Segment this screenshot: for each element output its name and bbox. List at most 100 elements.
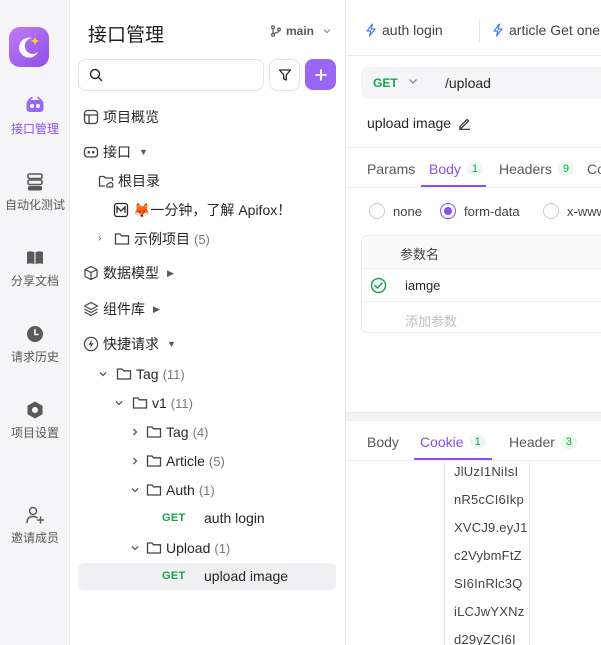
cookie-value-line: JlUzI1NiIsI — [454, 464, 519, 479]
caret-down-icon[interactable]: ▼ — [139, 147, 148, 157]
caret-right-icon[interactable]: ▶ — [167, 268, 174, 279]
apifox-logo-icon[interactable] — [9, 27, 49, 67]
tab-params[interactable]: Params — [367, 161, 415, 177]
edit-icon[interactable] — [458, 117, 471, 130]
tree-item-label: v1 — [152, 395, 167, 411]
chevron-down-icon[interactable] — [98, 369, 108, 379]
radio-x-www-form-urlencoded[interactable]: x-www — [543, 203, 601, 219]
search-box[interactable] — [78, 59, 264, 91]
radio-form-data[interactable]: form-data — [440, 203, 520, 219]
tree-item-label: 根目录 — [118, 173, 160, 189]
rail-item-project-settings[interactable]: 项目设置 — [0, 400, 70, 441]
tree-endpoint-auth-login[interactable]: GET auth login — [162, 505, 265, 531]
rail-item-request-history[interactable]: 请求历史 — [0, 324, 70, 365]
tree-item-count: (11) — [170, 395, 193, 411]
rail-item-share-docs[interactable]: 分享文档 — [0, 248, 70, 289]
tree-item-apis[interactable]: 接口 ▼ — [83, 139, 148, 165]
tab-article-get-one[interactable]: article Get one — [492, 22, 600, 38]
auto-test-icon — [27, 173, 43, 191]
tree-folder-v1[interactable]: v1 (11) — [114, 390, 193, 416]
tree-item-sample-project[interactable]: › 示例项目 (5) — [98, 226, 210, 252]
tree-item-data-models[interactable]: 数据模型 ▶ — [83, 260, 174, 286]
table-row[interactable]: iamge — [362, 269, 601, 302]
tree-item-label: upload image — [204, 568, 289, 584]
panel-resize-divider[interactable] — [346, 412, 601, 421]
tree-folder-article[interactable]: Article (5) — [130, 448, 225, 474]
markdown-icon — [113, 202, 129, 218]
count-badge: 1 — [466, 162, 484, 176]
folder-icon — [114, 233, 130, 245]
tree-endpoint-upload-image[interactable]: GET upload image — [162, 563, 288, 589]
tab-cookies[interactable]: Co — [587, 161, 601, 177]
cookie-value-line: iLCJwYXNz — [454, 604, 525, 619]
lightning-icon — [366, 23, 376, 37]
plus-icon — [314, 68, 327, 81]
chevron-down-icon[interactable] — [407, 75, 419, 87]
caret-down-icon[interactable]: ▼ — [167, 339, 176, 349]
tree-item-quick-requests[interactable]: 快捷请求 ▼ — [83, 331, 176, 357]
tree-item-label: Upload — [166, 540, 211, 556]
count-badge: 3 — [560, 435, 578, 449]
rail-item-invite-members[interactable]: 邀请成员 — [0, 505, 70, 546]
tab-auth-login[interactable]: auth login — [365, 22, 443, 38]
open-tabs-bar: auth login article Get one — [346, 0, 601, 56]
cookie-value-cell: JlUzI1NiIsI nR5cCI6Ikp XVCJ9.eyJ1 c2Vybm… — [444, 460, 530, 645]
tree-item-root-dir[interactable]: 根目录 — [98, 168, 160, 194]
chevron-right-icon[interactable] — [130, 456, 140, 466]
tree-item-count: (5) — [208, 453, 225, 469]
lightning-icon — [83, 336, 99, 352]
search-input[interactable] — [111, 65, 251, 85]
tree-item-project-overview[interactable]: 项目概览 — [83, 104, 159, 130]
url-input[interactable]: /upload — [445, 75, 491, 91]
tree-folder-upload[interactable]: Upload (1) — [130, 535, 230, 561]
tab-label: Params — [367, 161, 416, 177]
tree-folder-auth[interactable]: Auth (1) — [130, 477, 215, 503]
tree-folder-tag[interactable]: Tag (11) — [98, 361, 185, 387]
tree-item-components[interactable]: 组件库 ▶ — [83, 296, 160, 322]
rail-item-auto-test[interactable]: 自动化测试 — [0, 172, 70, 213]
chevron-right-icon[interactable] — [130, 427, 140, 437]
tab-body[interactable]: Body 1 — [429, 161, 484, 177]
branch-selector[interactable]: main — [270, 24, 332, 38]
tree-item-label: 接口 — [103, 144, 131, 160]
param-name-cell[interactable]: iamge — [405, 278, 440, 293]
api-tree-panel: 接口管理 main 项目概览 接口 ▼ 根目录 🦊一分钟，了解 Apifox！ … — [70, 0, 346, 645]
folder-icon — [146, 484, 162, 496]
add-button[interactable] — [305, 59, 336, 90]
caret-right-icon[interactable]: ▶ — [153, 304, 160, 315]
chevron-right-icon[interactable]: › — [98, 233, 101, 244]
radio-none[interactable]: none — [369, 203, 422, 219]
tree-item-label: 快捷请求 — [103, 336, 159, 352]
tree-item-label: 🦊一分钟，了解 Apifox！ — [133, 202, 292, 218]
more-tabs-icon[interactable]: ⋮ — [597, 436, 601, 450]
response-tab-header[interactable]: Header 3 — [509, 434, 578, 450]
folder-icon — [146, 426, 162, 438]
tab-label: auth login — [382, 22, 443, 38]
response-tab-body[interactable]: Body — [367, 434, 399, 450]
response-tab-cookie[interactable]: Cookie 1 — [420, 434, 486, 450]
request-url-bar: GET /upload — [361, 67, 601, 99]
method-badge: GET — [162, 512, 186, 524]
tree-item-intro-doc[interactable]: 🦊一分钟，了解 Apifox！ — [113, 197, 291, 223]
tab-headers[interactable]: Headers 9 — [499, 161, 575, 177]
clock-icon — [27, 326, 43, 342]
book-icon — [27, 251, 43, 265]
rail-label: 请求历史 — [10, 350, 59, 364]
hexagon-icon — [27, 401, 43, 419]
method-select[interactable]: GET — [373, 76, 398, 90]
rail-item-api-management[interactable]: 接口管理 — [0, 96, 70, 137]
chevron-down-icon[interactable] — [130, 543, 140, 553]
tree-folder-tag-v1[interactable]: Tag (4) — [130, 419, 208, 445]
chevron-down-icon[interactable] — [130, 485, 140, 495]
filter-button[interactable] — [269, 59, 300, 91]
check-circle-icon[interactable] — [370, 277, 387, 294]
count-badge: 9 — [557, 162, 575, 176]
cookie-value-line: c2VybmFtZ — [454, 548, 522, 563]
section-divider — [346, 147, 601, 148]
chevron-down-icon[interactable] — [114, 398, 124, 408]
folder-icon — [116, 368, 132, 380]
radio-circle — [440, 203, 456, 219]
cookie-value-line: nR5cCI6Ikp — [454, 492, 524, 507]
add-param-placeholder[interactable]: 添加参数 — [405, 311, 457, 330]
rail-label: 分享文档 — [10, 274, 59, 288]
